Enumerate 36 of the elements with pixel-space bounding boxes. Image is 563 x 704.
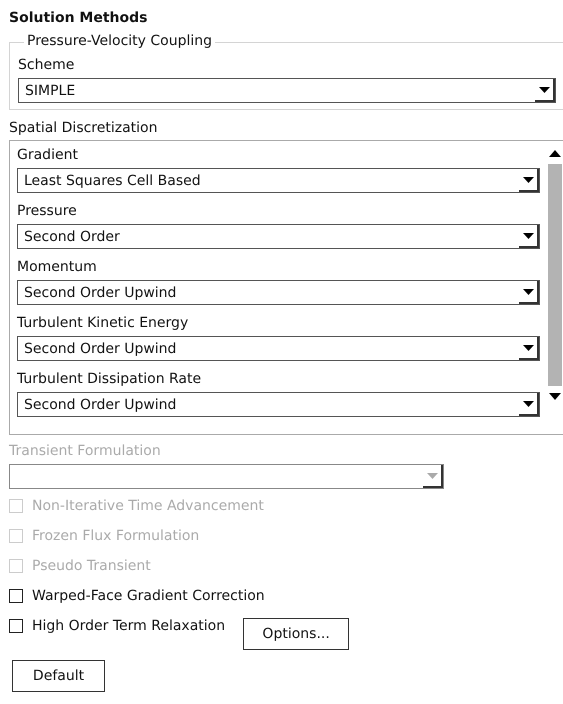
group-title: Pressure-Velocity Coupling [24,33,216,49]
section-label: Spatial Discretization [9,120,158,137]
field-label: Momentum [17,259,98,276]
checkbox-label: Warped-Face Gradient Correction [32,587,265,605]
caret-icon [519,281,539,304]
checkbox-label: High Order Term Relaxation [32,617,226,635]
caret-icon [423,465,443,488]
dropdown[interactable]: Second Order Upwind [17,392,540,417]
dropdown[interactable] [9,464,444,489]
options-button[interactable]: Options... [243,618,350,650]
caret-icon [519,393,539,416]
dropdown[interactable]: Second Order Upwind [17,336,540,361]
field-label: Turbulent Kinetic Energy [17,315,190,332]
scroll-up-icon[interactable] [549,150,561,157]
dropdown[interactable]: Second Order [17,224,540,249]
field-label: Scheme [18,57,76,74]
field-label: Transient Formulation [9,443,162,460]
field-label: Turbulent Dissipation Rate [17,371,202,388]
field-label: Pressure [17,203,78,220]
section-title: Solution Methods [9,10,148,28]
caret-icon [519,169,539,192]
caret-icon [535,79,555,102]
dropdown[interactable]: Second Order Upwind [17,280,540,305]
scroll-down-icon[interactable] [549,393,561,400]
dropdown[interactable]: Least Squares Cell Based [17,168,540,193]
checkbox-label: Frozen Flux Formulation [32,527,200,545]
dropdown[interactable]: SIMPLE [18,78,556,103]
caret-icon [519,337,539,360]
caret-icon [519,225,539,248]
checkbox-label: Pseudo Transient [32,557,151,575]
scrollbar-thumb[interactable] [548,164,562,386]
field-label: Gradient [17,147,79,164]
checkbox[interactable] [9,589,23,603]
default-button[interactable]: Default [12,660,105,692]
checkbox[interactable] [9,619,23,633]
checkbox-label: Non-Iterative Time Advancement [32,497,264,515]
